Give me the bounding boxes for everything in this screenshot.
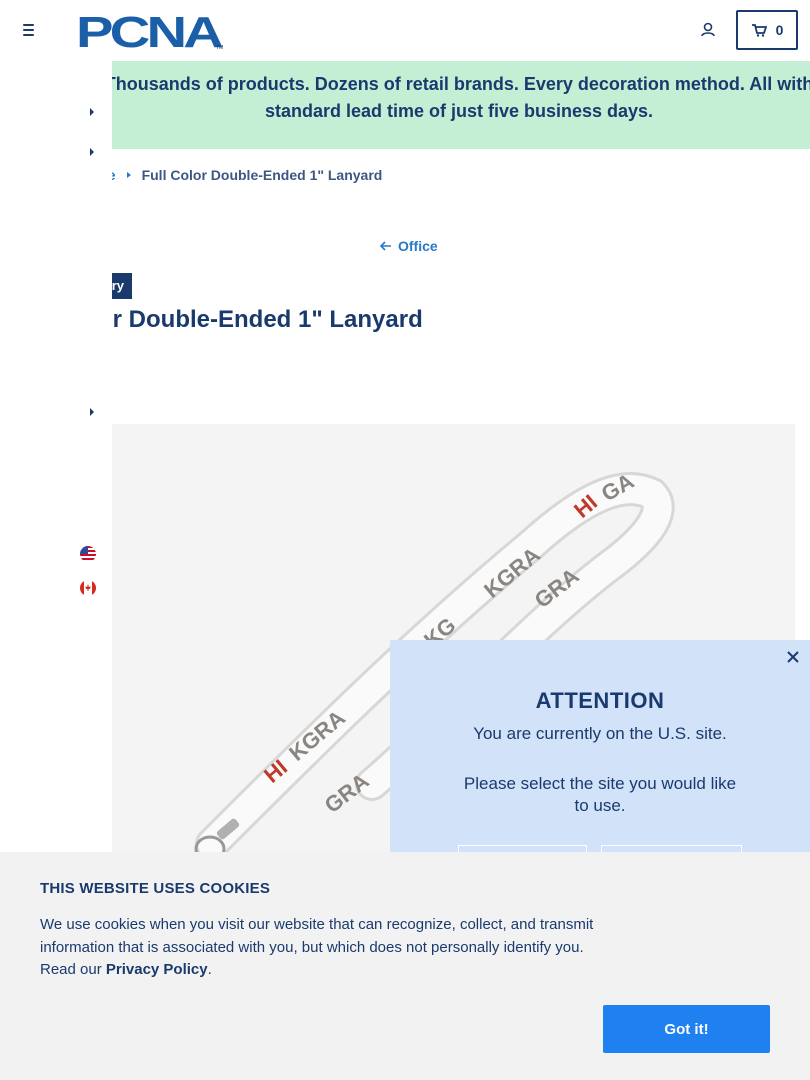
chevron-right-icon[interactable]	[88, 407, 96, 417]
account-icon[interactable]	[698, 20, 718, 40]
promo-text: y Thousands of products. Dozens of retai…	[90, 74, 810, 121]
canada-flag-icon[interactable]	[80, 580, 96, 596]
svg-text:PCNA: PCNA	[76, 10, 223, 52]
breadcrumb: ce Full Color Double-Ended 1" Lanyard	[100, 166, 382, 184]
cart-count: 0	[775, 22, 784, 38]
arrow-left-icon	[380, 241, 391, 251]
cookie-text: We use cookies when you visit our websit…	[40, 916, 594, 978]
modal-current-site: You are currently on the U.S. site.	[473, 724, 727, 743]
site-header: PCNA TM 0	[0, 0, 810, 61]
svg-text:TM: TM	[216, 45, 223, 51]
chevron-right-icon	[126, 172, 131, 178]
us-flag-icon[interactable]	[80, 546, 96, 562]
cookie-title: THIS WEBSITE USES COOKIES	[40, 880, 271, 897]
cookie-banner: THIS WEBSITE USES COOKIES We use cookies…	[0, 852, 810, 1080]
chevron-right-icon[interactable]	[88, 147, 96, 157]
modal-prompt: Please select the site you would like to…	[463, 774, 737, 815]
modal-title: ATTENTION	[535, 688, 665, 713]
product-title-wrap: or Double-Ended 1" Lanyard	[112, 300, 712, 340]
close-icon[interactable]	[786, 650, 800, 664]
breadcrumb-current: Full Color Double-Ended 1" Lanyard	[141, 167, 383, 183]
cart-icon	[751, 24, 767, 37]
menu-icon[interactable]	[18, 20, 38, 40]
product-title: or Double-Ended 1" Lanyard	[112, 306, 423, 333]
accept-cookies-button[interactable]: Got it!	[603, 1005, 770, 1053]
pcna-logo[interactable]: PCNA TM	[76, 10, 226, 52]
cart-button[interactable]: 0	[736, 10, 798, 50]
privacy-policy-link[interactable]: Privacy Policy	[106, 961, 208, 978]
back-to-category-link[interactable]: Office	[380, 238, 438, 254]
back-link-label: Office	[398, 238, 438, 254]
site-select-modal: ATTENTION You are currently on the U.S. …	[390, 640, 810, 885]
promo-banner: y Thousands of products. Dozens of retai…	[90, 61, 810, 149]
chevron-right-icon[interactable]	[88, 107, 96, 117]
